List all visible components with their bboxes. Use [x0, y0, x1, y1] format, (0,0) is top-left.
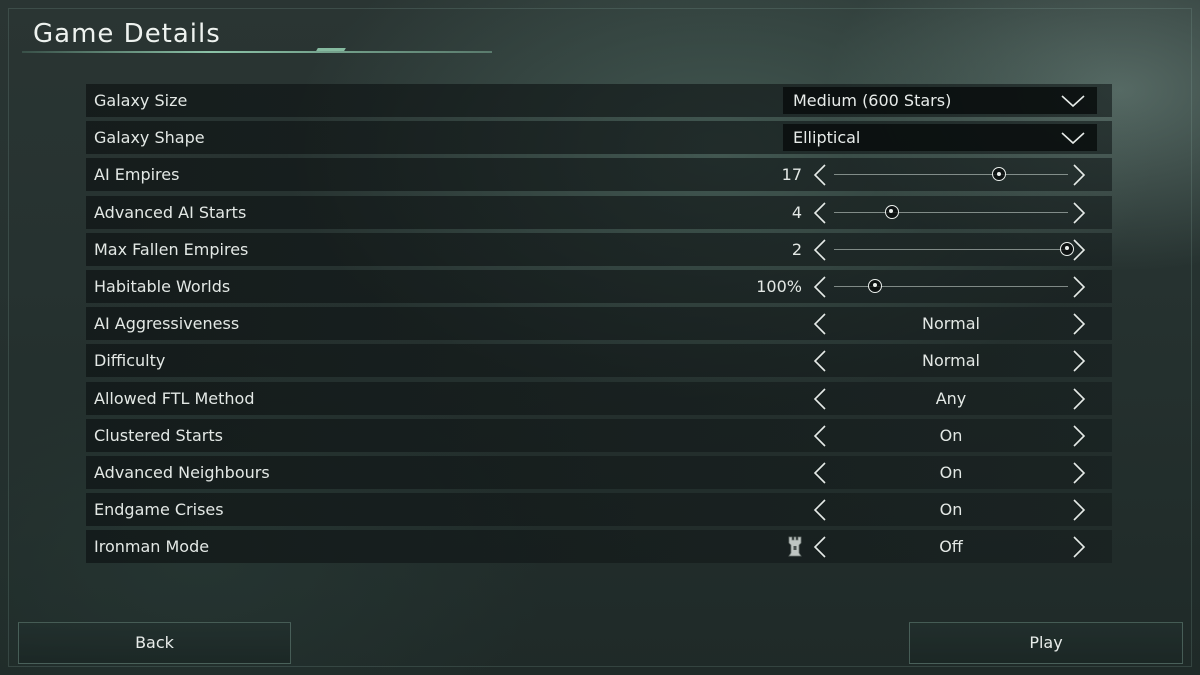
settings-list: Galaxy Size Medium (600 Stars) Galaxy Shap…: [86, 84, 1112, 567]
option-value: On: [939, 500, 963, 520]
dropdown-value: Medium (600 Stars): [793, 91, 952, 110]
slider-value: 2: [791, 239, 802, 259]
slider-handle[interactable]: [884, 204, 899, 219]
setting-label: AI Aggressiveness: [94, 314, 240, 334]
slider-track[interactable]: [834, 241, 1074, 256]
setting-label: AI Empires: [94, 165, 180, 185]
chevron-down-icon: [1061, 130, 1085, 145]
setting-label: Max Fallen Empires: [94, 239, 249, 259]
slider-handle[interactable]: [1060, 241, 1074, 256]
setting-label: Allowed FTL Method: [94, 388, 255, 408]
slider-value: 17: [781, 165, 802, 185]
increase-arrow-icon[interactable]: [1071, 201, 1087, 224]
option-value: Normal: [922, 351, 980, 371]
setting-row: Endgame Crises On: [86, 493, 1112, 527]
option-value: Any: [935, 388, 967, 408]
setting-label: Advanced Neighbours: [94, 462, 270, 482]
slider-value: 4: [791, 202, 802, 222]
setting-row: Advanced Neighbours On: [86, 455, 1112, 489]
option-value: Off: [939, 537, 963, 557]
slider-handle[interactable]: [868, 278, 883, 293]
setting-row: AI Aggressiveness Normal: [86, 307, 1112, 341]
setting-row: Galaxy Size Medium (600 Stars): [86, 84, 1112, 117]
setting-label: Habitable Worlds: [94, 276, 231, 296]
setting-label: Ironman Mode: [94, 537, 210, 557]
slider-track[interactable]: [834, 278, 1068, 293]
play-button[interactable]: Play: [909, 622, 1183, 664]
setting-label: Galaxy Shape: [94, 128, 205, 148]
setting-label: Clustered Starts: [94, 425, 223, 445]
option-value: On: [939, 462, 963, 482]
chevron-down-icon: [1061, 93, 1085, 108]
back-button[interactable]: Back: [18, 622, 291, 664]
option-value: Normal: [922, 314, 980, 334]
decrease-arrow-icon[interactable]: [812, 276, 828, 298]
option-value: On: [939, 425, 963, 445]
slider-track[interactable]: [834, 167, 1068, 182]
title-underline: [22, 51, 492, 53]
setting-row: Clustered Starts On: [86, 418, 1112, 452]
setting-row: Allowed FTL Method Any: [86, 381, 1112, 415]
increase-arrow-icon[interactable]: [1071, 276, 1087, 298]
setting-dropdown[interactable]: Elliptical: [783, 124, 1097, 152]
decrease-arrow-icon[interactable]: [812, 164, 828, 186]
setting-label: Advanced AI Starts: [94, 202, 247, 222]
page-title: Game Details: [33, 19, 221, 49]
setting-label: Endgame Crises: [94, 500, 224, 520]
slider-value: 100%: [756, 276, 802, 296]
decrease-arrow-icon[interactable]: [812, 239, 828, 261]
setting-dropdown[interactable]: Medium (600 Stars): [783, 87, 1097, 114]
setting-label: Difficulty: [94, 351, 166, 371]
setting-row: Galaxy Shape Elliptical: [86, 121, 1112, 155]
setting-row: AI Empires 17: [86, 158, 1112, 192]
ironman-tower-icon: [786, 535, 804, 558]
setting-row: Habitable Worlds 100%: [86, 269, 1112, 303]
setting-row: Difficulty Normal: [86, 344, 1112, 378]
header: Game Details: [22, 14, 492, 58]
setting-row: Max Fallen Empires 2: [86, 232, 1112, 266]
slider-handle[interactable]: [992, 167, 1007, 182]
slider-track[interactable]: [834, 204, 1068, 219]
decrease-arrow-icon[interactable]: [812, 201, 828, 224]
title-accent: [316, 48, 346, 51]
setting-row: Advanced AI Starts 4: [86, 195, 1112, 229]
setting-row: Ironman Mode Off: [86, 530, 1112, 564]
increase-arrow-icon[interactable]: [1071, 164, 1087, 186]
dropdown-value: Elliptical: [793, 128, 861, 148]
setting-label: Galaxy Size: [94, 91, 188, 110]
